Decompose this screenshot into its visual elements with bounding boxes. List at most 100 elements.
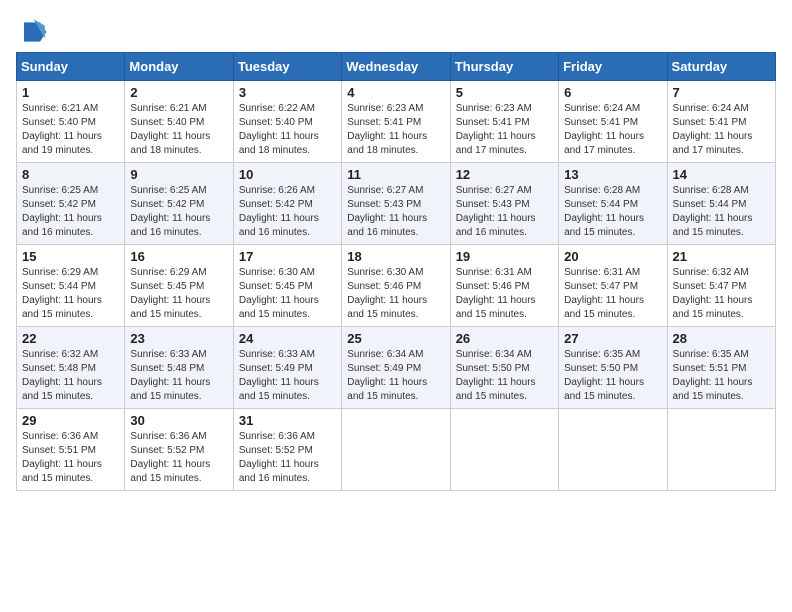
sunset-label: Sunset: 5:41 PM: [673, 117, 747, 128]
daylight-label: Daylight: 11 hours and 17 minutes.: [564, 131, 644, 156]
sunrise-label: Sunrise: 6:23 AM: [456, 103, 532, 114]
day-number: 26: [456, 331, 553, 346]
sunset-label: Sunset: 5:48 PM: [22, 363, 96, 374]
day-info: Sunrise: 6:23 AM Sunset: 5:41 PM Dayligh…: [456, 102, 553, 158]
sunrise-label: Sunrise: 6:22 AM: [239, 103, 315, 114]
sunset-label: Sunset: 5:47 PM: [564, 281, 638, 292]
sunset-label: Sunset: 5:49 PM: [239, 363, 313, 374]
calendar-cell: 28 Sunrise: 6:35 AM Sunset: 5:51 PM Dayl…: [667, 327, 775, 409]
sunrise-label: Sunrise: 6:27 AM: [347, 185, 423, 196]
weekday-header: Thursday: [450, 53, 558, 81]
sunrise-label: Sunrise: 6:25 AM: [22, 185, 98, 196]
daylight-label: Daylight: 11 hours and 16 minutes.: [239, 459, 319, 484]
calendar-cell: [342, 409, 450, 491]
day-info: Sunrise: 6:31 AM Sunset: 5:47 PM Dayligh…: [564, 266, 661, 322]
daylight-label: Daylight: 11 hours and 15 minutes.: [564, 213, 644, 238]
day-number: 19: [456, 249, 553, 264]
sunset-label: Sunset: 5:44 PM: [673, 199, 747, 210]
sunrise-label: Sunrise: 6:29 AM: [22, 267, 98, 278]
calendar-cell: 19 Sunrise: 6:31 AM Sunset: 5:46 PM Dayl…: [450, 245, 558, 327]
day-info: Sunrise: 6:36 AM Sunset: 5:51 PM Dayligh…: [22, 430, 119, 486]
day-number: 21: [673, 249, 770, 264]
weekday-header: Sunday: [17, 53, 125, 81]
sunset-label: Sunset: 5:46 PM: [347, 281, 421, 292]
sunset-label: Sunset: 5:44 PM: [22, 281, 96, 292]
calendar-cell: 29 Sunrise: 6:36 AM Sunset: 5:51 PM Dayl…: [17, 409, 125, 491]
calendar-week-row: 15 Sunrise: 6:29 AM Sunset: 5:44 PM Dayl…: [17, 245, 776, 327]
sunrise-label: Sunrise: 6:31 AM: [564, 267, 640, 278]
daylight-label: Daylight: 11 hours and 17 minutes.: [456, 131, 536, 156]
logo-icon: [16, 16, 48, 48]
daylight-label: Daylight: 11 hours and 15 minutes.: [673, 213, 753, 238]
calendar-cell: 24 Sunrise: 6:33 AM Sunset: 5:49 PM Dayl…: [233, 327, 341, 409]
day-number: 27: [564, 331, 661, 346]
calendar-cell: 25 Sunrise: 6:34 AM Sunset: 5:49 PM Dayl…: [342, 327, 450, 409]
calendar-cell: [559, 409, 667, 491]
daylight-label: Daylight: 11 hours and 18 minutes.: [130, 131, 210, 156]
daylight-label: Daylight: 11 hours and 18 minutes.: [347, 131, 427, 156]
day-number: 12: [456, 167, 553, 182]
sunrise-label: Sunrise: 6:27 AM: [456, 185, 532, 196]
calendar-cell: 6 Sunrise: 6:24 AM Sunset: 5:41 PM Dayli…: [559, 81, 667, 163]
calendar-cell: 17 Sunrise: 6:30 AM Sunset: 5:45 PM Dayl…: [233, 245, 341, 327]
day-info: Sunrise: 6:34 AM Sunset: 5:49 PM Dayligh…: [347, 348, 444, 404]
day-info: Sunrise: 6:21 AM Sunset: 5:40 PM Dayligh…: [22, 102, 119, 158]
calendar-week-row: 29 Sunrise: 6:36 AM Sunset: 5:51 PM Dayl…: [17, 409, 776, 491]
day-info: Sunrise: 6:22 AM Sunset: 5:40 PM Dayligh…: [239, 102, 336, 158]
day-number: 14: [673, 167, 770, 182]
daylight-label: Daylight: 11 hours and 15 minutes.: [673, 377, 753, 402]
daylight-label: Daylight: 11 hours and 15 minutes.: [347, 377, 427, 402]
sunrise-label: Sunrise: 6:33 AM: [239, 349, 315, 360]
sunset-label: Sunset: 5:40 PM: [239, 117, 313, 128]
day-number: 8: [22, 167, 119, 182]
day-number: 13: [564, 167, 661, 182]
weekday-header: Friday: [559, 53, 667, 81]
sunrise-label: Sunrise: 6:23 AM: [347, 103, 423, 114]
day-info: Sunrise: 6:24 AM Sunset: 5:41 PM Dayligh…: [673, 102, 770, 158]
calendar-cell: 18 Sunrise: 6:30 AM Sunset: 5:46 PM Dayl…: [342, 245, 450, 327]
sunrise-label: Sunrise: 6:21 AM: [130, 103, 206, 114]
calendar-cell: 13 Sunrise: 6:28 AM Sunset: 5:44 PM Dayl…: [559, 163, 667, 245]
sunrise-label: Sunrise: 6:28 AM: [564, 185, 640, 196]
calendar-cell: [667, 409, 775, 491]
calendar-cell: 8 Sunrise: 6:25 AM Sunset: 5:42 PM Dayli…: [17, 163, 125, 245]
daylight-label: Daylight: 11 hours and 15 minutes.: [22, 459, 102, 484]
day-number: 22: [22, 331, 119, 346]
day-info: Sunrise: 6:24 AM Sunset: 5:41 PM Dayligh…: [564, 102, 661, 158]
sunset-label: Sunset: 5:45 PM: [130, 281, 204, 292]
sunrise-label: Sunrise: 6:34 AM: [456, 349, 532, 360]
sunset-label: Sunset: 5:46 PM: [456, 281, 530, 292]
calendar-cell: 10 Sunrise: 6:26 AM Sunset: 5:42 PM Dayl…: [233, 163, 341, 245]
sunrise-label: Sunrise: 6:26 AM: [239, 185, 315, 196]
sunset-label: Sunset: 5:42 PM: [22, 199, 96, 210]
calendar-cell: 26 Sunrise: 6:34 AM Sunset: 5:50 PM Dayl…: [450, 327, 558, 409]
day-info: Sunrise: 6:34 AM Sunset: 5:50 PM Dayligh…: [456, 348, 553, 404]
day-info: Sunrise: 6:23 AM Sunset: 5:41 PM Dayligh…: [347, 102, 444, 158]
sunrise-label: Sunrise: 6:29 AM: [130, 267, 206, 278]
day-info: Sunrise: 6:35 AM Sunset: 5:50 PM Dayligh…: [564, 348, 661, 404]
sunset-label: Sunset: 5:42 PM: [130, 199, 204, 210]
daylight-label: Daylight: 11 hours and 17 minutes.: [673, 131, 753, 156]
daylight-label: Daylight: 11 hours and 15 minutes.: [239, 295, 319, 320]
sunset-label: Sunset: 5:45 PM: [239, 281, 313, 292]
daylight-label: Daylight: 11 hours and 15 minutes.: [456, 295, 536, 320]
daylight-label: Daylight: 11 hours and 16 minutes.: [239, 213, 319, 238]
daylight-label: Daylight: 11 hours and 18 minutes.: [239, 131, 319, 156]
sunset-label: Sunset: 5:50 PM: [564, 363, 638, 374]
sunset-label: Sunset: 5:47 PM: [673, 281, 747, 292]
sunset-label: Sunset: 5:43 PM: [347, 199, 421, 210]
day-info: Sunrise: 6:32 AM Sunset: 5:47 PM Dayligh…: [673, 266, 770, 322]
day-number: 6: [564, 85, 661, 100]
sunset-label: Sunset: 5:41 PM: [564, 117, 638, 128]
day-number: 9: [130, 167, 227, 182]
sunrise-label: Sunrise: 6:36 AM: [22, 431, 98, 442]
sunrise-label: Sunrise: 6:24 AM: [564, 103, 640, 114]
calendar-cell: 15 Sunrise: 6:29 AM Sunset: 5:44 PM Dayl…: [17, 245, 125, 327]
calendar-cell: 9 Sunrise: 6:25 AM Sunset: 5:42 PM Dayli…: [125, 163, 233, 245]
calendar-week-row: 22 Sunrise: 6:32 AM Sunset: 5:48 PM Dayl…: [17, 327, 776, 409]
day-info: Sunrise: 6:36 AM Sunset: 5:52 PM Dayligh…: [239, 430, 336, 486]
weekday-header: Saturday: [667, 53, 775, 81]
weekday-header: Tuesday: [233, 53, 341, 81]
sunset-label: Sunset: 5:51 PM: [22, 445, 96, 456]
day-info: Sunrise: 6:36 AM Sunset: 5:52 PM Dayligh…: [130, 430, 227, 486]
